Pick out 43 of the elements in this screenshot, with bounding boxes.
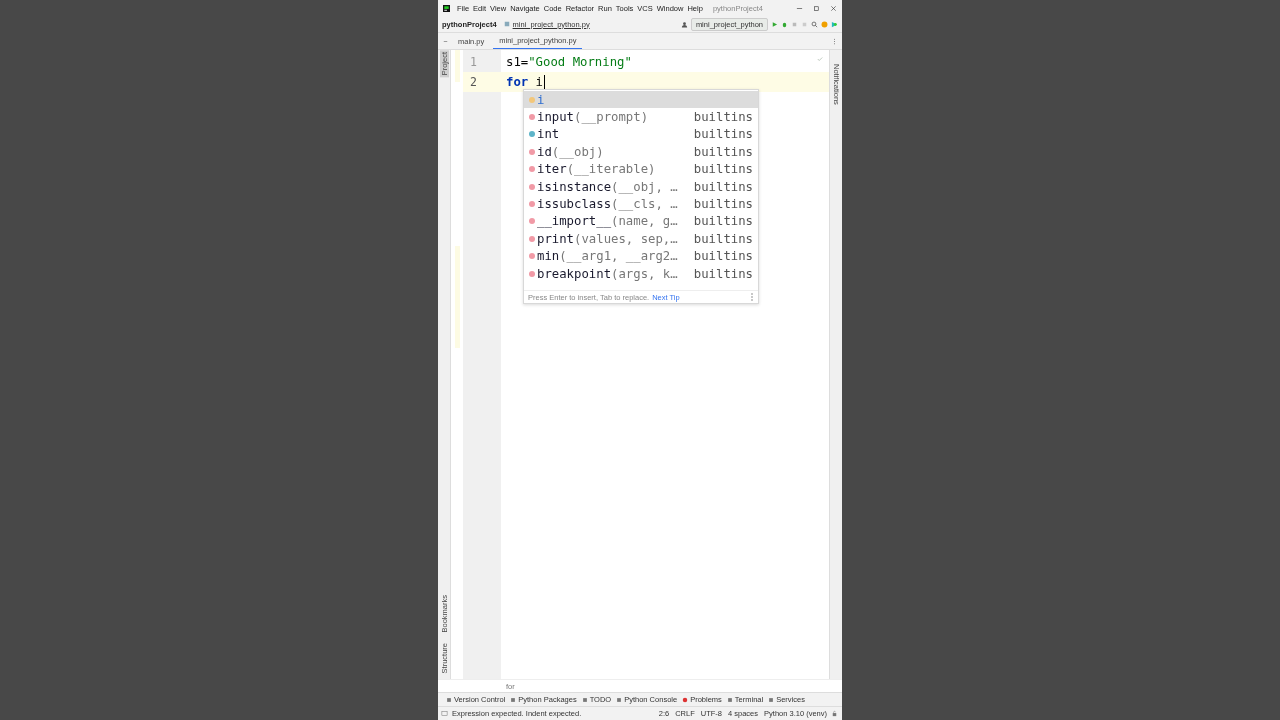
class-icon — [528, 130, 536, 139]
variable-icon — [528, 95, 536, 104]
completion-item[interactable]: input(__prompt) builtins — [524, 108, 758, 126]
completion-item[interactable]: int builtins — [524, 125, 758, 144]
tool-icon — [581, 696, 588, 703]
tool-icon — [446, 696, 452, 703]
app-logo-icon — [443, 4, 450, 12]
completion-item[interactable]: iter(__iterable) builtins — [524, 160, 758, 178]
change-marker — [455, 50, 460, 82]
completion-item[interactable]: issubclass(__cls, … builtins — [524, 195, 758, 213]
tool-icon — [768, 696, 775, 703]
close-icon[interactable] — [830, 4, 837, 12]
completion-item[interactable]: i — [524, 91, 758, 109]
completion-item[interactable]: id(__obj) builtins — [524, 143, 758, 161]
restore-icon[interactable] — [813, 4, 820, 12]
tool-icon — [616, 696, 623, 703]
more-icon[interactable] — [831, 37, 838, 45]
code-line: for i — [506, 74, 544, 91]
file-icon — [503, 21, 510, 27]
completion-item[interactable]: isinstance(__obj, … builtins — [524, 177, 758, 196]
message-icon — [441, 710, 448, 717]
completion-item[interactable]: print(values, sep,… builtins — [524, 230, 758, 248]
check-icon — [817, 56, 823, 62]
error-icon — [682, 696, 689, 703]
update-icon[interactable] — [821, 20, 828, 28]
more-icon[interactable] — [750, 292, 754, 303]
lock-icon[interactable] — [831, 710, 838, 717]
user-icon[interactable] — [680, 20, 688, 28]
tool-icon — [510, 696, 517, 703]
completion-item[interactable]: __import__(name, g… builtins — [524, 212, 758, 231]
search-icon[interactable] — [811, 20, 818, 28]
debug-icon[interactable] — [781, 20, 788, 28]
code-line: s1="Good Morning" — [506, 54, 632, 71]
tool-icon — [726, 696, 733, 703]
plugin-logo-icon[interactable] — [831, 20, 838, 28]
line-number: 2 — [463, 72, 501, 92]
completion-item[interactable]: breakpoint(args, k… builtins — [524, 264, 758, 283]
completion-item[interactable]: min(__arg1, __arg2… builtins — [524, 247, 758, 265]
coverage-icon[interactable] — [791, 20, 798, 28]
function-icon — [528, 113, 536, 122]
line-number: 1 — [469, 54, 478, 71]
text-caret — [544, 75, 546, 89]
run-icon[interactable] — [771, 20, 778, 28]
